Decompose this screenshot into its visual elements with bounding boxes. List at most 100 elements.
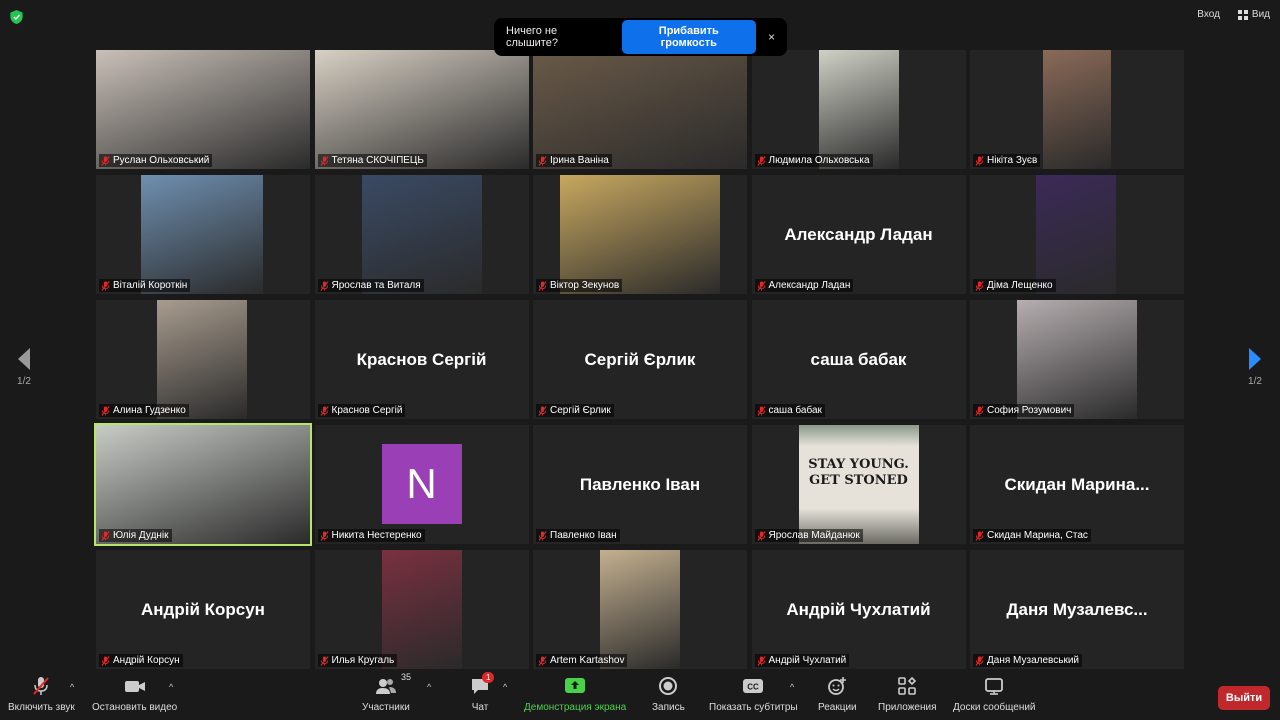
participant-tile[interactable]: Віталій Короткін — [96, 175, 310, 294]
participant-tile[interactable]: Нікіта Зуєв — [970, 50, 1184, 169]
participant-tile[interactable]: Віктор Зекунов — [533, 175, 747, 294]
show-subtitles-button[interactable]: CC Показать субтитры — [709, 676, 798, 713]
participant-name: Алина Гудзенко — [113, 405, 186, 416]
participant-name-tag: Ярослав Майданюк — [754, 529, 863, 542]
participants-options-caret[interactable]: ^ — [427, 682, 431, 692]
share-screen-icon — [565, 678, 586, 693]
mic-muted-icon — [756, 155, 766, 166]
participant-tile[interactable]: Илья Кругаль — [314, 550, 529, 669]
leave-meeting-button[interactable]: Выйти — [1218, 686, 1270, 710]
participant-tile[interactable]: Юлія Дуднік — [94, 423, 312, 546]
chat-unread-badge: 1 — [482, 672, 495, 683]
participant-name: Андрій Чухлатий — [768, 655, 847, 666]
participant-tile[interactable]: Александр Ладан Александр Ладан — [751, 175, 966, 294]
participant-name-tag: Діма Лещенко — [973, 279, 1056, 292]
top-right-controls: Вход Вид — [1197, 9, 1270, 20]
participant-display-name: Андрій Корсун — [141, 599, 265, 619]
mic-muted-icon — [319, 655, 329, 666]
video-feed — [157, 300, 247, 419]
participant-name: Нікіта Зуєв — [987, 155, 1038, 166]
next-page[interactable]: 1/2 — [1245, 348, 1265, 387]
audio-options-caret[interactable]: ^ — [70, 682, 74, 692]
whiteboards-button[interactable]: Доски сообщений — [953, 676, 1036, 713]
participant-tile[interactable]: Андрій Чухлатий Андрій Чухлатий — [751, 550, 966, 669]
mic-muted-icon — [538, 530, 547, 541]
video-options-caret[interactable]: ^ — [169, 682, 173, 692]
participant-name-tag: Ірина Ваніна — [536, 154, 612, 167]
participant-tile[interactable]: Сергій Єрлик Сергій Єрлик — [533, 300, 747, 419]
participant-tile[interactable]: Руслан Ольховський — [96, 50, 310, 169]
close-icon[interactable]: × — [768, 30, 775, 44]
reactions-button[interactable]: Реакции — [818, 676, 857, 713]
apps-button[interactable]: Приложения — [878, 676, 937, 713]
participant-tile[interactable]: Людмила Ольховська — [751, 50, 966, 169]
show-subtitles-label: Показать субтитры — [709, 702, 798, 713]
participant-tile[interactable]: Artem Kartashov — [533, 550, 747, 669]
mic-muted-icon — [33, 677, 50, 695]
participant-name-tag: Нікіта Зуєв — [973, 154, 1041, 167]
record-icon — [659, 677, 678, 695]
chat-button[interactable]: 1 Чат — [470, 672, 495, 713]
apps-label: Приложения — [878, 702, 937, 713]
chat-options-caret[interactable]: ^ — [503, 682, 507, 692]
participant-tile[interactable]: Скидан Марина... Скидан Марина, Стас — [970, 425, 1184, 544]
participant-tile[interactable]: София Розумович — [970, 300, 1184, 419]
participant-name-tag: Скидан Марина, Стас — [973, 529, 1091, 542]
participant-tile[interactable]: Ярослав та Виталя — [314, 175, 529, 294]
mic-muted-icon — [975, 655, 984, 666]
video-feed — [361, 175, 482, 294]
participant-name-tag: Юлія Дуднік — [99, 529, 172, 542]
participant-tile[interactable]: саша бабак саша бабак — [751, 300, 966, 419]
participant-name-tag: Тетяна СКОЧІПЕЦЬ — [317, 154, 427, 167]
unmute-label: Включить звук — [8, 702, 75, 713]
participant-display-name: саша бабак — [810, 349, 907, 369]
volume-notice: Ничего не слышите? Прибавить громкость × — [494, 18, 787, 56]
reactions-label: Реакции — [818, 702, 857, 713]
share-screen-button[interactable]: Демонстрация экрана — [524, 676, 626, 713]
participant-name-tag: саша бабак — [754, 404, 825, 417]
participant-name: Ярослав та Виталя — [331, 280, 421, 291]
unmute-button[interactable]: Включить звук — [8, 676, 75, 713]
prev-page[interactable]: 1/2 — [14, 348, 34, 387]
participant-name-tag: Андрій Корсун — [99, 654, 183, 667]
participant-tile[interactable]: Андрій Корсун Андрій Корсун — [96, 550, 310, 669]
participant-name-tag: Сергій Єрлик — [536, 404, 614, 417]
view-button[interactable]: Вид — [1237, 9, 1270, 20]
sign-text: STAY YOUNG. GET STONED — [808, 457, 909, 488]
participant-tile[interactable]: Краснов Сергій Краснов Сергій — [314, 300, 529, 419]
participant-tile[interactable]: Ірина Ваніна — [533, 50, 747, 169]
mic-muted-icon — [538, 655, 547, 666]
participant-name-tag: Алина Гудзенко — [99, 404, 189, 417]
participant-tile[interactable]: Алина Гудзенко — [96, 300, 310, 419]
participant-display-name: Краснов Сергій — [356, 349, 487, 369]
participant-name: Андрій Корсун — [113, 655, 180, 666]
video-feed — [141, 175, 263, 294]
video-feed — [818, 50, 899, 169]
mic-muted-icon — [319, 405, 329, 416]
participant-name-tag: Павленко Іван — [536, 529, 620, 542]
increase-volume-button[interactable]: Прибавить громкость — [621, 20, 756, 54]
mic-muted-icon — [101, 280, 110, 291]
participant-tile[interactable]: STAY YOUNG. GET STONED Ярослав Майданюк — [751, 425, 966, 544]
participant-tile[interactable]: N Никита Нестеренко — [314, 425, 529, 544]
stop-video-button[interactable]: Остановить видео — [92, 676, 177, 713]
participant-tile[interactable]: Даня Музалевс... Даня Музалевський — [970, 550, 1184, 669]
grid-view-icon — [1237, 9, 1248, 20]
participants-count: 35 — [401, 672, 412, 682]
view-label: Вид — [1251, 9, 1270, 20]
participant-name-tag: Краснов Сергій — [317, 404, 406, 417]
mic-muted-icon — [538, 280, 547, 291]
participant-tile[interactable]: Тетяна СКОЧІПЕЦЬ — [314, 50, 529, 169]
apps-icon — [898, 676, 917, 695]
record-button[interactable]: Запись — [652, 676, 685, 713]
page-indicator-right: 1/2 — [1248, 376, 1262, 387]
participant-name: Ірина Ваніна — [550, 155, 609, 166]
security-shield-icon[interactable] — [10, 10, 23, 24]
participant-tile[interactable]: Діма Лещенко — [970, 175, 1184, 294]
participant-tile[interactable]: Павленко Іван Павленко Іван — [533, 425, 747, 544]
subtitles-options-caret[interactable]: ^ — [790, 682, 794, 692]
mic-muted-icon — [756, 530, 766, 541]
signin-link[interactable]: Вход — [1197, 9, 1220, 20]
participant-name-tag: Людмила Ольховська — [754, 154, 873, 167]
video-feed — [96, 425, 310, 544]
